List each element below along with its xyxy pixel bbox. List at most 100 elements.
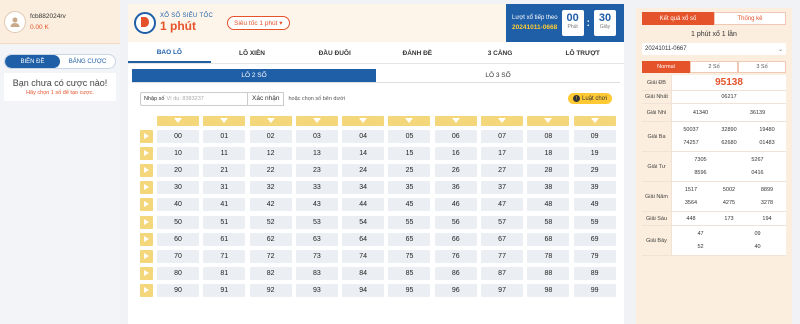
number-cell[interactable]: 23 <box>295 164 338 178</box>
number-cell[interactable]: 96 <box>434 284 477 298</box>
number-input[interactable]: Nhập số Ví dụ: 8383237 <box>140 91 248 106</box>
number-cell[interactable]: 43 <box>295 198 338 212</box>
mode-normal[interactable]: Normal <box>642 61 690 73</box>
tab-thong-ke[interactable]: Thống kê <box>714 12 786 25</box>
number-cell[interactable]: 73 <box>295 250 338 263</box>
number-cell[interactable]: 62 <box>249 232 292 246</box>
number-cell[interactable]: 86 <box>434 267 477 281</box>
number-cell[interactable]: 03 <box>295 129 338 143</box>
number-cell[interactable]: 71 <box>203 250 246 263</box>
number-cell[interactable]: 34 <box>342 181 385 195</box>
avatar[interactable] <box>4 10 26 33</box>
number-cell[interactable]: 31 <box>203 181 246 195</box>
tab-bang-cuoc[interactable]: BẢNG CƯỢC <box>60 55 115 68</box>
mode-3-so[interactable]: 3 Số <box>738 61 786 73</box>
number-cell[interactable]: 89 <box>573 267 616 281</box>
number-cell[interactable]: 64 <box>342 232 385 246</box>
number-cell[interactable]: 97 <box>481 284 524 298</box>
number-cell[interactable]: 16 <box>434 146 477 160</box>
number-cell[interactable]: 81 <box>203 267 246 281</box>
column-select-button[interactable] <box>203 116 246 126</box>
number-cell[interactable]: 00 <box>157 129 199 143</box>
column-select-button[interactable] <box>388 116 431 126</box>
number-cell[interactable]: 72 <box>249 250 292 263</box>
tab-bien-de[interactable]: BIÊN ĐỀ <box>5 55 60 68</box>
speed-select[interactable]: Siêu tốc 1 phút ▾ <box>227 16 290 30</box>
rules-button[interactable]: ! Luật chơi <box>568 93 612 104</box>
number-cell[interactable]: 92 <box>249 284 292 298</box>
column-select-button[interactable] <box>295 116 338 126</box>
number-cell[interactable]: 47 <box>481 198 524 212</box>
row-select-button[interactable] <box>140 267 153 281</box>
number-cell[interactable]: 76 <box>434 250 477 263</box>
row-select-button[interactable] <box>140 198 153 212</box>
number-cell[interactable]: 61 <box>203 232 246 246</box>
number-cell[interactable]: 67 <box>481 232 524 246</box>
number-cell[interactable]: 99 <box>573 284 616 298</box>
number-cell[interactable]: 55 <box>388 215 431 229</box>
number-cell[interactable]: 48 <box>527 198 570 212</box>
number-cell[interactable]: 11 <box>203 146 246 160</box>
number-cell[interactable]: 41 <box>203 198 246 212</box>
number-cell[interactable]: 21 <box>203 164 246 178</box>
number-cell[interactable]: 02 <box>249 129 292 143</box>
number-cell[interactable]: 25 <box>388 164 431 178</box>
column-select-button[interactable] <box>249 116 292 126</box>
number-cell[interactable]: 04 <box>342 129 385 143</box>
row-select-button[interactable] <box>140 146 153 160</box>
column-select-button[interactable] <box>573 116 616 126</box>
number-cell[interactable]: 39 <box>573 181 616 195</box>
number-cell[interactable]: 22 <box>249 164 292 178</box>
nav-bao-lo[interactable]: BAO LÔ <box>128 44 211 63</box>
number-cell[interactable]: 37 <box>481 181 524 195</box>
number-cell[interactable]: 79 <box>573 250 616 263</box>
number-cell[interactable]: 57 <box>481 215 524 229</box>
number-cell[interactable]: 93 <box>295 284 338 298</box>
number-cell[interactable]: 30 <box>157 181 199 195</box>
number-cell[interactable]: 36 <box>434 181 477 195</box>
column-select-button[interactable] <box>342 116 385 126</box>
number-cell[interactable]: 46 <box>434 198 477 212</box>
number-cell[interactable]: 59 <box>573 215 616 229</box>
number-cell[interactable]: 56 <box>434 215 477 229</box>
number-cell[interactable]: 19 <box>573 146 616 160</box>
number-cell[interactable]: 88 <box>527 267 570 281</box>
row-select-button[interactable] <box>140 284 153 298</box>
number-cell[interactable]: 27 <box>481 164 524 178</box>
tab-lo-2-so[interactable]: LÔ 2 SỐ <box>132 69 376 83</box>
nav-danh-de[interactable]: ĐÁNH ĐỀ <box>376 44 459 63</box>
number-cell[interactable]: 15 <box>388 146 431 160</box>
number-cell[interactable]: 87 <box>481 267 524 281</box>
column-select-button[interactable] <box>434 116 477 126</box>
number-cell[interactable]: 49 <box>573 198 616 212</box>
number-cell[interactable]: 08 <box>527 129 570 143</box>
number-cell[interactable]: 07 <box>481 129 524 143</box>
number-cell[interactable]: 14 <box>342 146 385 160</box>
number-cell[interactable]: 91 <box>203 284 246 298</box>
number-cell[interactable]: 32 <box>249 181 292 195</box>
number-cell[interactable]: 65 <box>388 232 431 246</box>
row-select-button[interactable] <box>140 129 153 143</box>
number-cell[interactable]: 66 <box>434 232 477 246</box>
number-cell[interactable]: 98 <box>527 284 570 298</box>
number-cell[interactable]: 42 <box>249 198 292 212</box>
number-cell[interactable]: 84 <box>342 267 385 281</box>
number-cell[interactable]: 53 <box>295 215 338 229</box>
number-cell[interactable]: 24 <box>342 164 385 178</box>
number-cell[interactable]: 06 <box>434 129 477 143</box>
number-cell[interactable]: 26 <box>434 164 477 178</box>
number-cell[interactable]: 69 <box>573 232 616 246</box>
number-cell[interactable]: 20 <box>157 164 199 178</box>
number-cell[interactable]: 35 <box>388 181 431 195</box>
number-cell[interactable]: 74 <box>342 250 385 263</box>
mode-2-so[interactable]: 2 Số <box>690 61 738 73</box>
number-cell[interactable]: 70 <box>157 250 199 263</box>
number-cell[interactable]: 01 <box>203 129 246 143</box>
row-select-button[interactable] <box>140 164 153 178</box>
row-select-button[interactable] <box>140 181 153 195</box>
number-cell[interactable]: 18 <box>527 146 570 160</box>
confirm-button[interactable]: Xác nhận <box>248 91 285 106</box>
nav-lo-truot[interactable]: LÔ TRƯỢT <box>541 44 624 63</box>
number-cell[interactable]: 75 <box>388 250 431 263</box>
number-cell[interactable]: 77 <box>481 250 524 263</box>
